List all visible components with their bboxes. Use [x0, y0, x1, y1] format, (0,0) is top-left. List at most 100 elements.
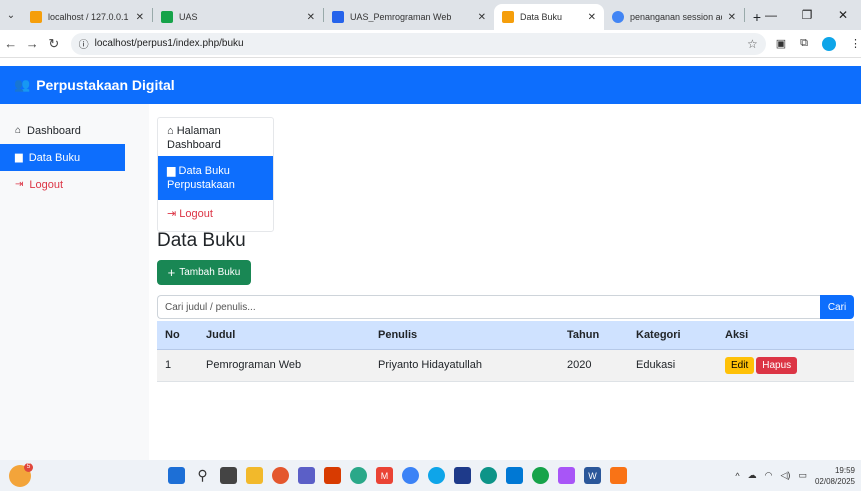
app-icon[interactable] [558, 467, 575, 484]
submenu-item-logout[interactable]: ⇥ Logout [158, 200, 273, 225]
app-icon[interactable] [272, 467, 289, 484]
close-tab-icon[interactable]: ✕ [728, 12, 736, 23]
sidebar-item-label: Logout [29, 178, 64, 191]
chevron-up-icon[interactable]: ^ [735, 471, 739, 481]
phpmyadmin-icon [30, 11, 42, 23]
plus-icon: + [167, 265, 176, 280]
extensions-puzzle-icon[interactable]: ⧉ [800, 37, 808, 50]
app-navbar: 👥 Perpustakaan Digital [0, 66, 861, 104]
tab-title: UAS [179, 12, 198, 22]
book-icon: ▆ [167, 165, 179, 177]
home-icon: ⌂ [167, 125, 177, 137]
back-icon[interactable]: ← [0, 36, 22, 51]
clock-time: 19:59 [834, 465, 855, 475]
weather-widget[interactable]: 5 [0, 462, 40, 487]
tab-title: penanganan session ada [630, 12, 722, 22]
logout-icon: ⇥ [15, 179, 24, 190]
browser-tab-bar: ⌄ localhost / 127.0.0.1 / di ✕ UAS ✕ UAS… [0, 0, 861, 30]
add-book-button[interactable]: + Tambah Buku [157, 260, 251, 285]
uas-icon [161, 11, 173, 23]
word-icon[interactable]: W [584, 467, 601, 484]
url-field[interactable]: ⓘ localhost/perpus1/index.php/buku ☆ [70, 32, 766, 55]
cell-aksi: Edit Hapus [717, 349, 854, 382]
wifi-icon[interactable]: ◠ [765, 470, 773, 481]
taskbar-apps: ⚲ M W [168, 467, 627, 484]
edit-button[interactable]: Edit [725, 356, 755, 374]
office-icon[interactable] [324, 467, 341, 484]
sidebar: ⌂ Dashboard ▆ Data Buku ⇥ Logout [0, 104, 149, 460]
reload-icon[interactable]: ↻ [43, 36, 65, 52]
submenu-item-label: Logout [179, 208, 213, 220]
tab-data-buku[interactable]: Data Buku ✕ [494, 4, 604, 30]
bookmark-star-icon[interactable]: ☆ [747, 37, 758, 51]
task-view-icon[interactable] [220, 467, 237, 484]
col-header-penulis: Penulis [370, 321, 559, 350]
cloud-icon[interactable]: ☁ [748, 470, 757, 481]
brand-title[interactable]: Perpustakaan Digital [36, 77, 175, 93]
close-tab-icon[interactable]: ✕ [478, 12, 486, 23]
col-header-aksi: Aksi [717, 321, 854, 350]
close-tab-icon[interactable]: ✕ [588, 12, 596, 23]
edge-icon[interactable] [480, 467, 497, 484]
submenu-item-data-buku[interactable]: ▆ Data Buku Perpustakaan [158, 156, 273, 200]
search-icon[interactable]: ⚲ [194, 467, 211, 484]
tab-uas[interactable]: UAS ✕ [153, 4, 323, 30]
search-form: Cari judul / penulis... Cari [157, 295, 854, 319]
window-controls: — ❐ ✕ [753, 0, 861, 30]
extension-icon[interactable]: ▣ [776, 37, 786, 50]
app-icon[interactable] [402, 467, 419, 484]
search-button[interactable]: Cari [820, 295, 854, 319]
profile-avatar-icon[interactable] [822, 36, 836, 51]
col-header-kategori: Kategori [628, 321, 717, 350]
home-icon: ⌂ [15, 125, 22, 136]
col-header-no: No [157, 321, 198, 350]
battery-icon[interactable]: ▭ [798, 470, 807, 481]
google-icon [612, 11, 624, 23]
minimize-icon[interactable]: — [753, 8, 789, 22]
sidebar-item-label: Dashboard [27, 124, 81, 137]
tab-google-search[interactable]: penanganan session ada ✕ [604, 4, 744, 30]
main-content: ⌂ Halaman Dashboard ▆ Data Buku Perpusta… [149, 104, 861, 460]
tab-list-menu-icon[interactable]: ⌄ [0, 0, 22, 30]
weather-icon: 5 [9, 462, 33, 487]
windows-taskbar: 5 ⚲ M W ^ ☁ ◠ ◁) ▭ 19:59 02/08/2025 [0, 460, 861, 491]
cell-no: 1 [157, 349, 198, 382]
url-text: localhost/perpus1/index.php/buku [94, 38, 244, 49]
close-tab-icon[interactable]: ✕ [136, 12, 144, 23]
copilot-icon[interactable] [350, 467, 367, 484]
close-tab-icon[interactable]: ✕ [307, 12, 315, 23]
books-table: No Judul Penulis Tahun Kategori Aksi 1 P… [157, 321, 854, 382]
cell-penulis: Priyanto Hidayatullah [370, 349, 559, 382]
site-info-icon[interactable]: ⓘ [79, 36, 89, 51]
gmail-icon[interactable]: M [376, 467, 393, 484]
table-header-row: No Judul Penulis Tahun Kategori Aksi [157, 321, 854, 350]
windows-start-icon[interactable] [168, 467, 185, 484]
app-icon[interactable] [610, 467, 627, 484]
sidebar-item-dashboard[interactable]: ⌂ Dashboard [0, 117, 149, 144]
tab-title: UAS_Pemrograman Web [350, 12, 452, 22]
extensions-area: ▣ ⧉ ⋮ [776, 36, 861, 51]
file-explorer-icon[interactable] [246, 467, 263, 484]
forward-icon[interactable]: → [22, 36, 44, 51]
clock[interactable]: 19:59 02/08/2025 [815, 465, 855, 487]
chrome-icon[interactable] [428, 467, 445, 484]
app-icon[interactable] [532, 467, 549, 484]
vscode-icon[interactable] [506, 467, 523, 484]
search-input[interactable]: Cari judul / penulis... [157, 295, 820, 319]
delete-button[interactable]: Hapus [756, 356, 798, 374]
submenu-nav: ⌂ Halaman Dashboard ▆ Data Buku Perpusta… [157, 117, 274, 232]
tab-title: Data Buku [520, 12, 563, 22]
store-icon[interactable] [454, 467, 471, 484]
submenu-item-dashboard[interactable]: ⌂ Halaman Dashboard [158, 118, 273, 156]
close-window-icon[interactable]: ✕ [825, 8, 861, 22]
browser-menu-icon[interactable]: ⋮ [850, 37, 861, 50]
maximize-icon[interactable]: ❐ [789, 8, 825, 22]
volume-icon[interactable]: ◁) [781, 470, 791, 481]
sidebar-item-logout[interactable]: ⇥ Logout [0, 171, 149, 198]
sidebar-item-data-buku[interactable]: ▆ Data Buku [0, 144, 125, 171]
tab-phpmyadmin[interactable]: localhost / 127.0.0.1 / di ✕ [22, 4, 152, 30]
teams-icon[interactable] [298, 467, 315, 484]
col-header-judul: Judul [198, 321, 370, 350]
tab-uas-pemrograman[interactable]: UAS_Pemrograman Web ✕ [324, 4, 494, 30]
book-icon: ▆ [15, 152, 23, 163]
